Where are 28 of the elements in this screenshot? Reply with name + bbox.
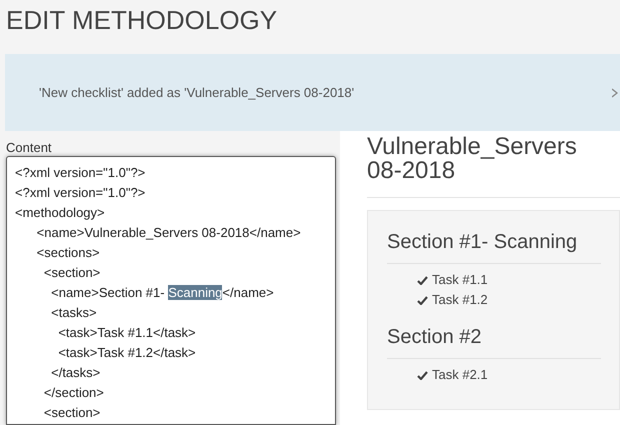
code-text: <methodology> xyxy=(15,205,105,220)
page-title: EDIT METHODOLOGY xyxy=(5,4,278,37)
section-heading: Section #1- Scanning xyxy=(387,227,601,264)
code-text: <tasks> xyxy=(50,305,97,320)
code-text: </name> xyxy=(222,285,274,300)
preview-title: Vulnerable_Servers 08-2018 xyxy=(367,135,578,186)
code-text: <name>Vulnerable_Servers 08-2018</name> xyxy=(36,225,301,240)
code-text: <section> xyxy=(42,405,100,420)
code-text: <name>Section #1- xyxy=(50,285,166,300)
check-icon xyxy=(417,296,428,304)
xml-editor[interactable] xyxy=(6,156,336,425)
check-icon xyxy=(417,276,428,284)
code-text: <task>Task #1.1</task> xyxy=(57,325,196,340)
task-label: Task #1.2 xyxy=(432,291,488,310)
code-text: </section> xyxy=(42,385,104,400)
code-text: <?xml version="1.0"?> xyxy=(15,185,146,200)
alert-message: 'New checklist' added as 'Vulnerable_Servers 08-2018' xyxy=(39,84,354,102)
task-label: Task #2.1 xyxy=(432,366,488,384)
code-text: <section> xyxy=(42,265,100,280)
task-label: Task #1.1 xyxy=(432,271,488,290)
content-label: Content xyxy=(6,139,53,156)
check-icon xyxy=(417,370,428,380)
selected-text: Scanning xyxy=(168,285,222,300)
code-text: <?xml version="1.0"?> xyxy=(15,165,146,180)
code-text: <sections> xyxy=(36,245,100,260)
code-text: <task>Task #1.2</task> xyxy=(57,345,196,360)
section-heading: Section #2 xyxy=(387,322,601,359)
code-text: </tasks> xyxy=(50,365,100,380)
